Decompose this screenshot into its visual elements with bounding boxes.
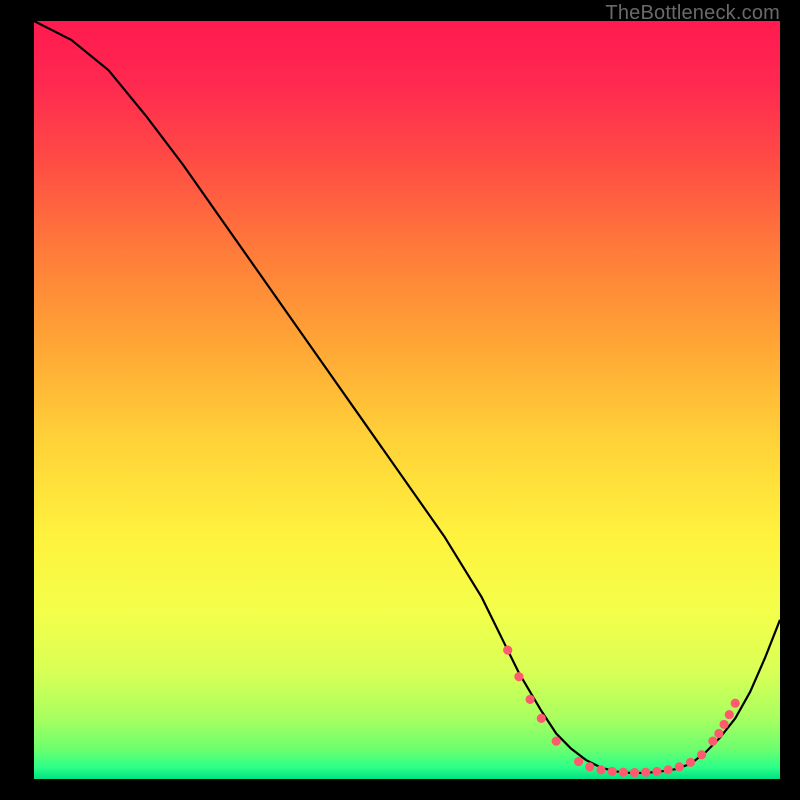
curve-marker	[652, 767, 661, 776]
curve-marker	[585, 762, 594, 771]
curve-marker	[714, 729, 723, 738]
curve-marker	[514, 672, 523, 681]
watermark-text: TheBottleneck.com	[605, 2, 780, 25]
curve-marker	[552, 737, 561, 746]
curve-marker	[537, 714, 546, 723]
bottleneck-curve-chart	[34, 21, 780, 779]
curve-marker	[719, 720, 728, 729]
curve-marker	[725, 710, 734, 719]
curve-marker	[686, 758, 695, 767]
curve-marker	[697, 750, 706, 759]
chart-frame	[34, 21, 780, 779]
curve-marker	[708, 737, 717, 746]
curve-marker	[608, 767, 617, 776]
curve-marker	[525, 695, 534, 704]
curve-marker	[641, 768, 650, 777]
curve-marker	[630, 768, 639, 777]
gradient-background	[34, 21, 780, 779]
curve-marker	[596, 765, 605, 774]
curve-marker	[574, 757, 583, 766]
curve-marker	[731, 699, 740, 708]
curve-marker	[503, 646, 512, 655]
curve-marker	[619, 768, 628, 777]
curve-marker	[664, 765, 673, 774]
curve-marker	[675, 762, 684, 771]
